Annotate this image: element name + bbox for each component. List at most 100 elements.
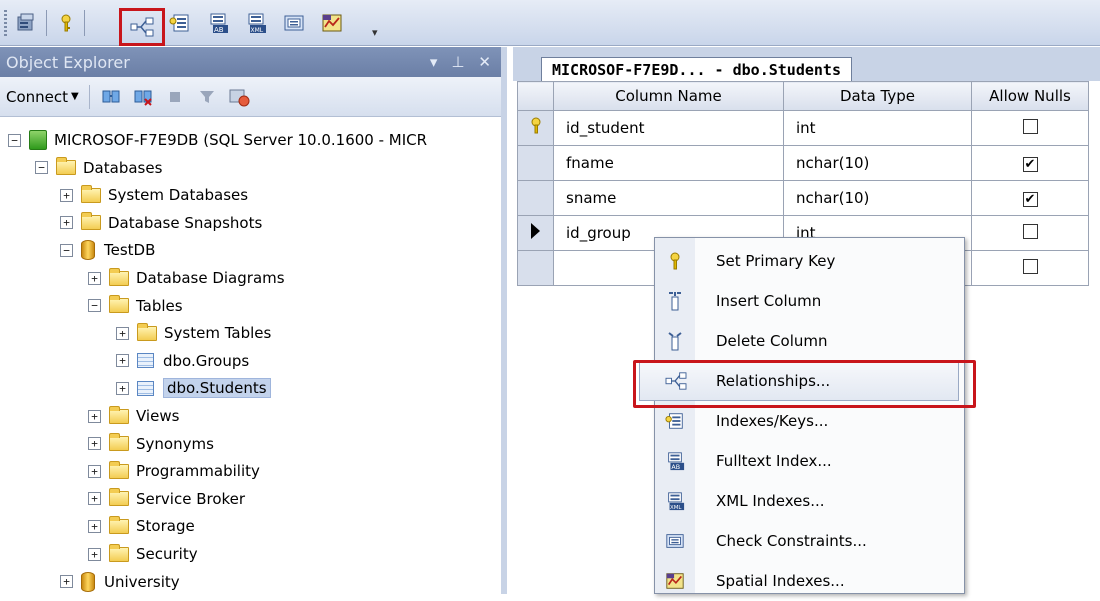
column-row[interactable]: fname nchar(10) ✔: [517, 145, 1089, 181]
tree-node[interactable]: + dbo.Groups: [116, 348, 249, 374]
stop-icon[interactable]: [164, 86, 186, 108]
close-icon[interactable]: ✕: [478, 53, 491, 71]
data-type-cell[interactable]: nchar(10): [783, 180, 972, 216]
folder-icon: [109, 515, 129, 534]
pin-icon[interactable]: ⊥: [451, 53, 464, 71]
connect-label: Connect: [6, 87, 69, 106]
tree-node[interactable]: − Tables: [88, 293, 183, 319]
tree-node[interactable]: − Databases: [35, 155, 162, 181]
allow-nulls-checkbox[interactable]: [1022, 118, 1038, 134]
column-row[interactable]: sname nchar(10) ✔: [517, 180, 1089, 216]
tree-node[interactable]: + Synonyms: [88, 431, 214, 457]
expand-icon[interactable]: +: [116, 326, 129, 340]
tree-node-label: Database Diagrams: [136, 269, 285, 287]
folder-icon: [109, 405, 129, 424]
check-constraints-icon: [664, 530, 686, 552]
refresh-icon[interactable]: [228, 86, 250, 108]
row-selector[interactable]: [517, 215, 554, 251]
menu-item-insert-column[interactable]: Insert Column: [655, 281, 964, 321]
menu-item-relationships[interactable]: Relationships...: [639, 361, 959, 401]
expand-icon[interactable]: +: [116, 354, 129, 368]
menu-item-xml-indexes[interactable]: XML XML Indexes...: [655, 481, 964, 521]
expand-icon[interactable]: +: [116, 381, 129, 395]
toolbar-grip[interactable]: [4, 10, 7, 36]
row-selector[interactable]: [517, 250, 554, 286]
row-selector[interactable]: [517, 145, 554, 181]
data-type-cell[interactable]: nchar(10): [783, 145, 972, 181]
row-selector[interactable]: [517, 180, 554, 216]
expand-icon[interactable]: +: [88, 271, 101, 285]
tree-node[interactable]: + Programmability: [88, 458, 260, 484]
expand-icon[interactable]: +: [88, 492, 101, 506]
document-tab[interactable]: MICROSOF-F7E9D... - dbo.Students: [541, 57, 852, 82]
column-name-cell[interactable]: fname: [553, 145, 784, 181]
delete-column-icon: [664, 330, 686, 352]
tree-node[interactable]: + University: [60, 569, 180, 595]
tree-node[interactable]: + Service Broker: [88, 486, 245, 512]
expand-icon[interactable]: +: [88, 547, 101, 561]
expand-icon[interactable]: +: [88, 464, 101, 478]
tree-node[interactable]: + Database Diagrams: [88, 265, 285, 291]
relationships-button[interactable]: [119, 8, 165, 46]
tree-node[interactable]: + Security: [88, 541, 198, 567]
expand-icon[interactable]: +: [88, 409, 101, 423]
expand-icon[interactable]: +: [60, 575, 73, 589]
expand-icon[interactable]: +: [88, 437, 101, 451]
tree-node[interactable]: + dbo.Students: [116, 375, 271, 401]
check-constraints-icon[interactable]: [280, 9, 308, 37]
primary-key-icon[interactable]: [52, 9, 80, 37]
window-position-dropdown-icon[interactable]: ▾: [430, 53, 438, 71]
grid-header-row: Column Name Data Type Allow Nulls: [517, 81, 1089, 111]
expand-icon[interactable]: +: [88, 519, 101, 533]
allow-nulls-checkbox[interactable]: [1022, 258, 1038, 274]
menu-item-indexes-keys[interactable]: Indexes/Keys...: [655, 401, 964, 441]
data-type-cell[interactable]: int: [783, 110, 972, 146]
tree-node[interactable]: − TestDB: [60, 237, 155, 263]
menu-item-label: Spatial Indexes...: [716, 572, 845, 590]
folder-icon: [109, 433, 129, 452]
collapse-icon[interactable]: −: [60, 243, 73, 257]
column-name-cell[interactable]: id_student: [553, 110, 784, 146]
expand-icon[interactable]: +: [60, 188, 73, 202]
folder-icon: [109, 488, 129, 507]
expand-icon[interactable]: +: [60, 216, 73, 230]
menu-item-check-constraints[interactable]: Check Constraints...: [655, 521, 964, 561]
tree-node[interactable]: + Database Snapshots: [60, 210, 262, 236]
object-explorer-panel: Object Explorer ▾ ⊥ ✕ Connect ▼ − MICROSO…: [0, 47, 507, 594]
data-type-header[interactable]: Data Type: [783, 81, 972, 111]
disconnect-icon[interactable]: [132, 86, 154, 108]
xml-indexes-icon[interactable]: XML: [242, 9, 270, 37]
tree-node[interactable]: + Storage: [88, 513, 195, 539]
generate-script-icon[interactable]: [12, 9, 40, 37]
tree-node[interactable]: + Views: [88, 403, 179, 429]
menu-item-spatial-indexes[interactable]: Spatial Indexes...: [655, 561, 964, 601]
filter-icon[interactable]: [196, 86, 218, 108]
allow-nulls-checkbox[interactable]: ✔: [1022, 192, 1038, 207]
collapse-icon[interactable]: −: [35, 161, 48, 175]
row-selector[interactable]: [517, 110, 554, 146]
toolbar-overflow-icon[interactable]: ▾: [372, 26, 378, 39]
connect-button[interactable]: Connect ▼: [6, 88, 79, 106]
object-explorer-toolbar: Connect ▼: [0, 77, 501, 117]
column-name-cell[interactable]: sname: [553, 180, 784, 216]
tree-node[interactable]: + System Tables: [116, 320, 271, 346]
tree-node[interactable]: + System Databases: [60, 182, 248, 208]
menu-item-delete-column[interactable]: Delete Column: [655, 321, 964, 361]
allow-nulls-checkbox[interactable]: ✔: [1022, 157, 1038, 172]
menu-item-fulltext-index[interactable]: AB Fulltext Index...: [655, 441, 964, 481]
column-name-header[interactable]: Column Name: [553, 81, 784, 111]
connect-object-explorer-icon[interactable]: [100, 86, 122, 108]
allow-nulls-checkbox[interactable]: [1022, 223, 1038, 239]
allow-nulls-header[interactable]: Allow Nulls: [971, 81, 1089, 111]
menu-item-label: Relationships...: [716, 372, 831, 390]
tree-node[interactable]: − MICROSOF-F7E9DB (SQL Server 10.0.1600 -…: [8, 127, 427, 153]
collapse-icon[interactable]: −: [88, 299, 101, 313]
menu-item-primary-key[interactable]: Set Primary Key: [655, 241, 964, 281]
fulltext-index-icon[interactable]: AB: [204, 9, 232, 37]
collapse-icon[interactable]: −: [8, 133, 21, 147]
allow-nulls-cell: ✔: [971, 180, 1089, 216]
spatial-indexes-icon[interactable]: [318, 9, 346, 37]
relationships-icon: [130, 17, 154, 37]
indexes-keys-icon[interactable]: [166, 9, 194, 37]
column-row[interactable]: id_student int: [517, 110, 1089, 146]
